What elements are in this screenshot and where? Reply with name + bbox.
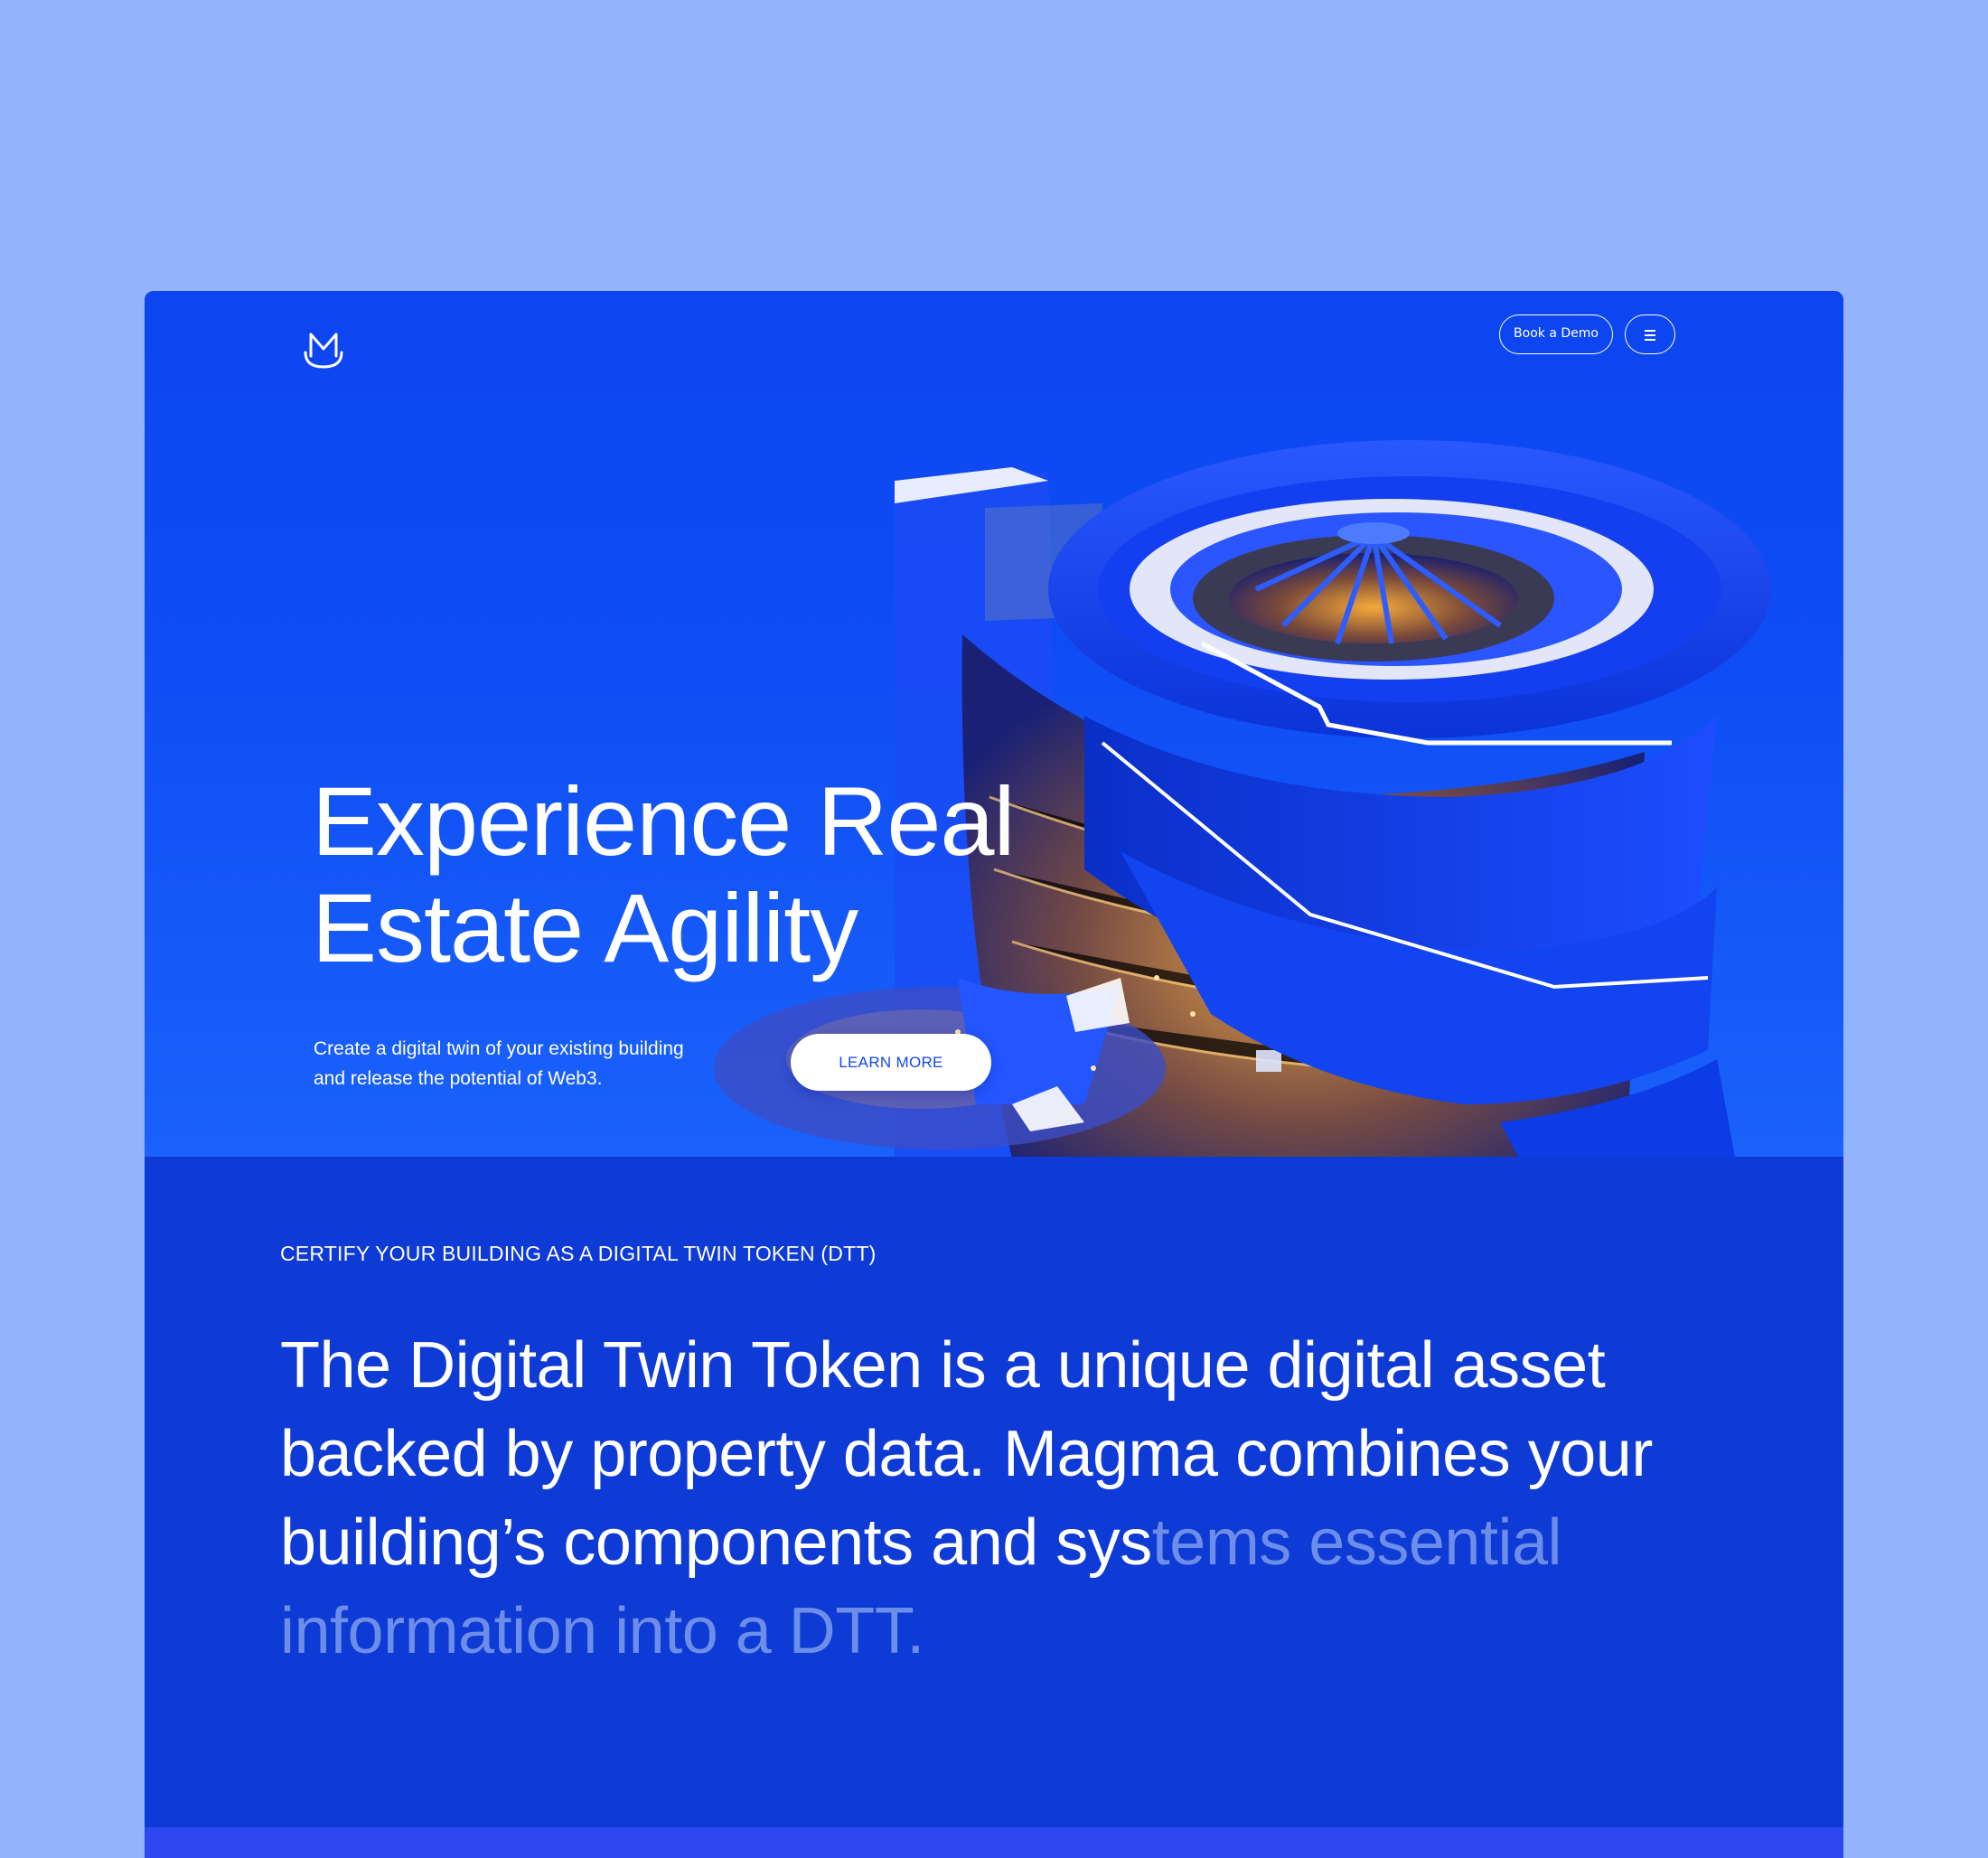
menu-button[interactable] — [1625, 314, 1675, 354]
hamburger-menu-icon — [1645, 330, 1655, 332]
section-eyebrow: CERTIFY YOUR BUILDING AS A DIGITAL TWIN … — [280, 1242, 877, 1265]
hero-subtitle-line: and release the potential of Web3. — [314, 1068, 603, 1089]
section-statement: The Digital Twin Token is a unique digit… — [280, 1321, 1690, 1675]
book-demo-button[interactable]: Book a Demo — [1499, 314, 1613, 354]
magma-logo-icon[interactable] — [296, 322, 351, 376]
hero-title: Experience Real Estate Agility — [312, 768, 1197, 981]
hero-title-line: Experience Real — [312, 766, 1015, 876]
hamburger-menu-icon — [1645, 334, 1655, 336]
hero-subtitle-line: Create a digital twin of your existing b… — [314, 1038, 684, 1059]
hamburger-menu-icon — [1645, 339, 1655, 341]
hero-section: Book a Demo Experience Real Estate Agili… — [145, 291, 1843, 1157]
hero-subtitle: Create a digital twin of your existing b… — [314, 1034, 720, 1093]
site-frame: Book a Demo Experience Real Estate Agili… — [145, 291, 1843, 1858]
building-illustration — [714, 440, 1771, 1157]
hero-title-line: Estate Agility — [312, 873, 858, 982]
next-section-edge — [145, 1827, 1843, 1858]
learn-more-button[interactable]: LEARN MORE — [791, 1034, 991, 1091]
